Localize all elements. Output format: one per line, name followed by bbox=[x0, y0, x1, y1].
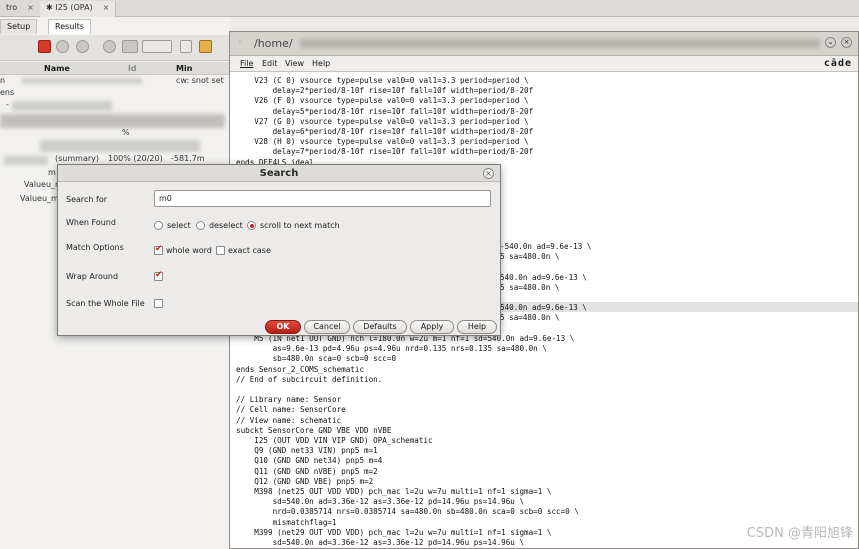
close-icon[interactable]: × bbox=[483, 168, 494, 179]
code-line: // View name: schematic bbox=[236, 415, 342, 425]
window-menu-icon[interactable]: ◦ bbox=[238, 38, 243, 47]
gear-icon: ✱ bbox=[46, 3, 53, 12]
list-item[interactable]: % bbox=[0, 128, 230, 139]
results-toolbar bbox=[0, 35, 230, 61]
stop-icon[interactable] bbox=[76, 40, 89, 53]
match-options-label: Match Options bbox=[66, 243, 124, 252]
code-line: mismatchflag=1 bbox=[236, 517, 337, 527]
window-title: /home/ bbox=[254, 37, 293, 50]
column-blurred: ld bbox=[128, 64, 137, 73]
code-line: 540.0n ad=9.6e-13 \ bbox=[500, 272, 587, 282]
cadence-logo: cāde bbox=[823, 58, 852, 69]
chevron-down-icon[interactable] bbox=[180, 40, 192, 53]
radio-deselect[interactable] bbox=[196, 221, 205, 230]
view-select[interactable] bbox=[142, 40, 172, 53]
code-line: Q11 (GND GND nVBE) pnp5 m=2 bbox=[236, 466, 378, 476]
netlist-text-bottom: M5 (IN net1 OUT GND) nch l=180.0n w=2u m… bbox=[236, 334, 579, 548]
column-min[interactable]: Min bbox=[176, 64, 192, 73]
code-line: nrd=0.0385714 nrs=0.0385714 sa=480.0n sb… bbox=[236, 507, 579, 517]
code-line: 540.0n ad=9.6e-13 \ bbox=[500, 303, 587, 313]
list-item[interactable]: - bbox=[0, 100, 230, 111]
code-line: delay=6*period/8-10f rise=10f fall=10f w… bbox=[236, 127, 534, 137]
code-line: sb=480.0n sca=0 scb=0 scc=0 bbox=[236, 354, 397, 364]
top-tab-bar: tro × ✱ I25 (OPA) × bbox=[0, 0, 859, 17]
cancel-button[interactable]: Cancel bbox=[304, 320, 350, 334]
whole-word-checkbox[interactable] bbox=[154, 244, 163, 255]
code-line: sd=540.0n ad=3.36e-12 as=3.36e-12 pd=14.… bbox=[236, 497, 525, 507]
wrap-around-label: Wrap Around bbox=[66, 272, 119, 281]
column-name[interactable]: Name bbox=[44, 64, 70, 73]
code-line: 5 sa=480.0n \ bbox=[500, 313, 560, 323]
window-title-bar: ◦ /home/ ⌄ × bbox=[230, 32, 858, 56]
results-column-header: Name ld Min bbox=[0, 62, 230, 75]
code-line: delay=7*period/8-10f rise=10f fall=10f w… bbox=[236, 147, 534, 157]
ok-button[interactable]: OK bbox=[265, 320, 301, 334]
menu-file[interactable]: File bbox=[240, 59, 253, 68]
wrap-around-checkbox[interactable] bbox=[154, 270, 163, 281]
search-for-label: Search for bbox=[66, 195, 108, 204]
code-line: I25 (OUT VDD VIN VIP GND) OPA_schematic bbox=[236, 436, 433, 446]
code-line: 5 sa=480.0n \ bbox=[500, 252, 560, 262]
netlist-text-right: -540.0n ad=9.6e-13 \ 5 sa=480.0n \ 540.0n… bbox=[500, 242, 591, 324]
dialog-title-bar: Search × bbox=[58, 165, 500, 182]
list-item[interactable]: n cw: snot set bbox=[0, 76, 230, 87]
tab-results[interactable]: Results bbox=[48, 19, 91, 34]
code-line: -540.0n ad=9.6e-13 \ bbox=[500, 242, 592, 251]
scan-whole-file-label: Scan the Whole File bbox=[66, 299, 145, 308]
code-line: Q10 (GND GND net34) pnp5 m=4 bbox=[236, 456, 383, 466]
apply-button[interactable]: Apply bbox=[410, 320, 454, 334]
code-line: sd=540.0n ad=3.36e-12 as=3.36e-12 pd=14.… bbox=[236, 538, 525, 548]
code-line: V28 (H 0) vsource type=pulse val0=0 val1… bbox=[236, 137, 529, 147]
close-icon[interactable]: × bbox=[103, 3, 110, 12]
help-button[interactable]: Help bbox=[457, 320, 497, 334]
tab-i25-opa[interactable]: ✱ I25 (OPA) × bbox=[40, 1, 117, 17]
radio-scroll-to-next-match[interactable] bbox=[247, 221, 256, 230]
menu-view[interactable]: View bbox=[285, 59, 304, 68]
code-line: ends Sensor_2_COMS_schematic bbox=[236, 364, 365, 374]
close-icon[interactable]: × bbox=[27, 3, 34, 12]
dialog-title: Search bbox=[259, 168, 299, 179]
code-line: // Cell name: SensorCore bbox=[236, 405, 346, 415]
defaults-button[interactable]: Defaults bbox=[353, 320, 407, 334]
code-line: V26 (F 0) vsource type=pulse val0=0 val1… bbox=[236, 96, 529, 106]
menu-edit[interactable]: Edit bbox=[262, 59, 278, 68]
folder-icon[interactable] bbox=[199, 40, 212, 53]
tab-tro[interactable]: tro × bbox=[0, 1, 41, 17]
close-icon[interactable]: × bbox=[841, 37, 852, 48]
menu-help[interactable]: Help bbox=[312, 59, 330, 68]
exact-case-checkbox[interactable] bbox=[216, 246, 225, 255]
link-icon[interactable] bbox=[103, 40, 116, 53]
code-line: M399 (net29 OUT VDD VDD) pch_mac l=2u w=… bbox=[236, 527, 552, 537]
code-line: 5 sa=480.0n \ bbox=[500, 282, 560, 292]
code-line: delay=5*period/8-10f rise=10f fall=10f w… bbox=[236, 106, 534, 116]
code-line: subckt SensorCore GND VBE VDD nVBE bbox=[236, 425, 392, 435]
tab-setup[interactable]: Setup bbox=[0, 19, 38, 34]
code-line: // End of subcircuit definition. bbox=[236, 374, 383, 384]
code-line: Q12 (GND GND VBE) pnp5 m=2 bbox=[236, 476, 374, 486]
code-line: Q9 (GND net33 VIN) pnp5 m=1 bbox=[236, 446, 378, 456]
code-line: as=9.6e-13 pd=4.96u ps=4.96u nrd=0.135 n… bbox=[236, 344, 547, 354]
search-input[interactable]: m0 bbox=[154, 190, 491, 207]
chevron-down-icon[interactable]: ⌄ bbox=[825, 37, 836, 48]
radio-select[interactable] bbox=[154, 221, 163, 230]
table-icon[interactable] bbox=[122, 40, 138, 53]
scan-whole-file-checkbox[interactable] bbox=[154, 299, 163, 308]
stop-icon[interactable] bbox=[56, 40, 69, 53]
code-line: // Library name: Sensor bbox=[236, 395, 342, 405]
code-line: V23 (C 0) vsource type=pulse val0=0 val1… bbox=[236, 76, 529, 85]
search-dialog: Search × Search for m0 When Found select… bbox=[57, 164, 501, 336]
code-line: V27 (G 0) vsource type=pulse val0=0 val1… bbox=[236, 116, 529, 126]
dropdown-icon[interactable] bbox=[38, 40, 51, 53]
watermark: CSDN @青阳旭锋 bbox=[746, 526, 853, 541]
code-line: delay=2*period/8-10f rise=10f fall=10f w… bbox=[236, 86, 534, 96]
menu-bar: File Edit View Help cāde bbox=[230, 56, 858, 72]
list-item[interactable]: ens bbox=[0, 88, 230, 99]
code-line: M398 (net25 OUT VDD VDD) pch_mac l=2u w=… bbox=[236, 487, 552, 497]
netlist-text-top: V23 (C 0) vsource type=pulse val0=0 val1… bbox=[236, 76, 533, 168]
when-found-label: When Found bbox=[66, 218, 116, 227]
